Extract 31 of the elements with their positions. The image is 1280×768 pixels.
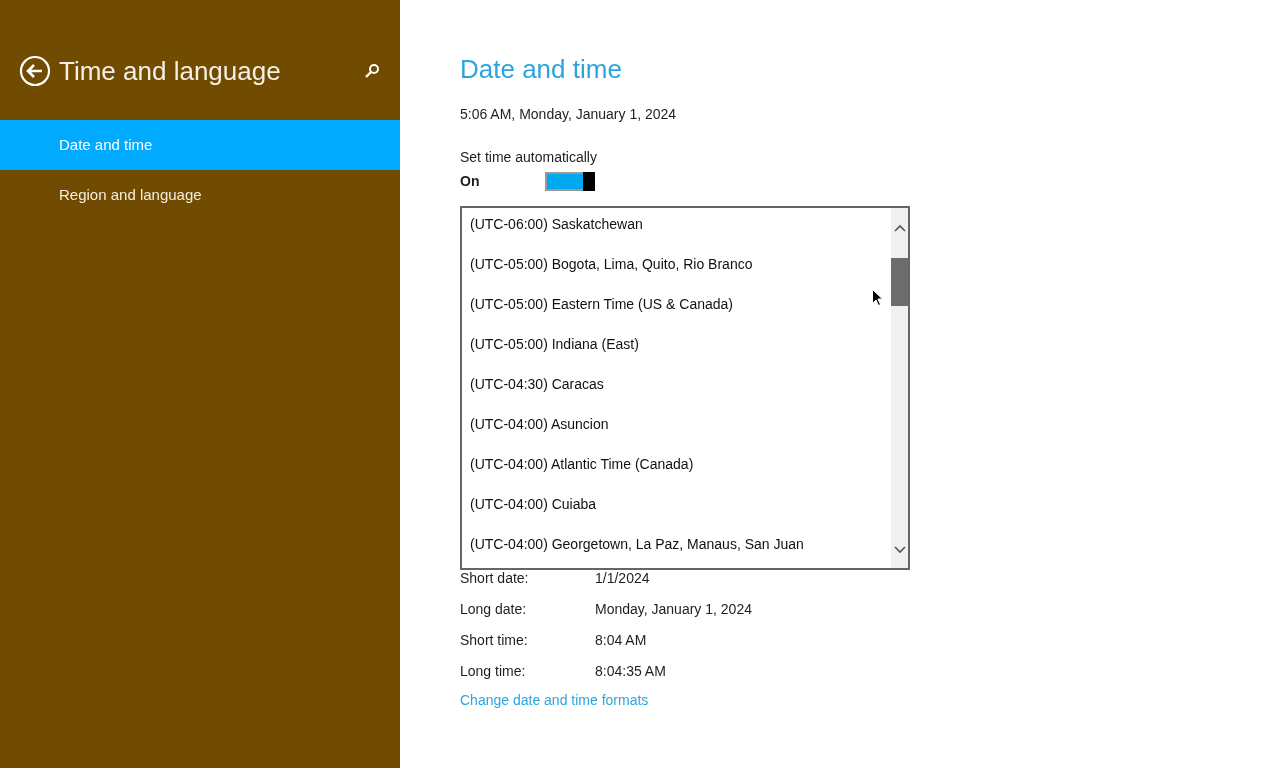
section-title: Date and time <box>460 54 623 86</box>
timezone-option[interactable]: (UTC-04:30) Caracas <box>462 368 891 408</box>
search-icon[interactable] <box>364 63 380 79</box>
sidebar-item[interactable]: Region and language <box>0 170 400 220</box>
timezone-option[interactable]: (UTC-05:00) Eastern Time (US & Canada) <box>462 288 891 328</box>
mouse-pointer-icon <box>872 289 883 306</box>
format-value: 8:04:35 AM <box>595 662 666 679</box>
timezone-option[interactable]: (UTC-04:00) Georgetown, La Paz, Manaus, San Juan <box>462 528 891 568</box>
format-label: Short date: <box>460 569 530 586</box>
toggle-state: On <box>460 173 481 189</box>
format-value: Monday, January 1, 2024 <box>595 600 752 617</box>
timezone-option[interactable]: (UTC-04:00) Cuiaba <box>462 488 891 528</box>
format-label: Long date: <box>460 600 528 617</box>
timezone-option[interactable]: (UTC-05:00) Indiana (East) <box>462 328 891 368</box>
current-time: 5:06 AM, Monday, January 1, 2024 <box>460 106 678 122</box>
back-icon[interactable] <box>19 55 51 87</box>
format-label: Short time: <box>460 631 529 648</box>
scroll-down-icon[interactable] <box>893 546 906 554</box>
scrollbar[interactable] <box>891 208 908 568</box>
page-title: Time and language <box>59 55 282 87</box>
timezone-option[interactable]: (UTC-05:00) Bogota, Lima, Quito, Rio Branco <box>462 248 891 288</box>
scrollbar-thumb[interactable] <box>891 258 908 306</box>
setting-label: Set time automatically <box>460 149 598 165</box>
timezone-option[interactable]: (UTC-04:00) Atlantic Time (Canada) <box>462 448 891 488</box>
format-label: Long time: <box>460 662 527 679</box>
format-value: 8:04 AM <box>595 631 647 648</box>
timezone-option[interactable]: (UTC-04:00) Asuncion <box>462 408 891 448</box>
toggle-switch[interactable] <box>545 171 595 191</box>
format-value: 1/1/2024 <box>595 569 650 586</box>
scroll-up-icon[interactable] <box>893 224 906 232</box>
timezone-option[interactable]: (UTC-06:00) Saskatchewan <box>462 208 891 248</box>
